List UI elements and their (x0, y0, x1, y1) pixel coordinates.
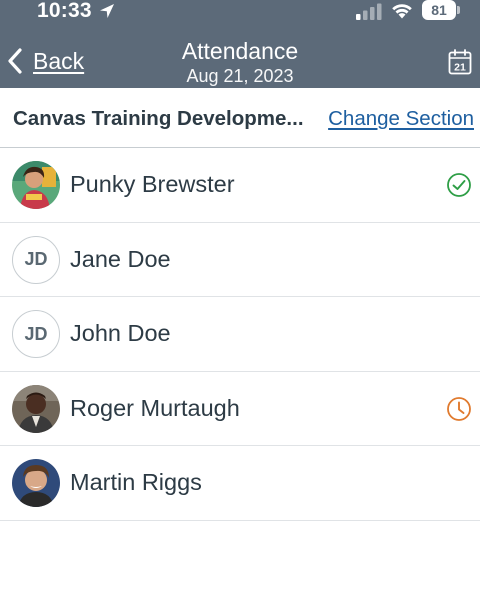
calendar-icon[interactable]: 21 (448, 49, 472, 75)
check-circle-icon[interactable] (446, 172, 472, 198)
student-row[interactable]: JD Jane Doe (0, 223, 480, 297)
status-bar: 10:33 81 (0, 0, 480, 24)
page-title-block: Attendance Aug 21, 2023 (140, 37, 340, 87)
avatar (12, 384, 60, 433)
student-name: Punky Brewster (70, 171, 235, 197)
clock-time: 10:33 (37, 0, 92, 22)
student-name: John Doe (70, 320, 171, 346)
battery-icon: 81 (422, 0, 460, 20)
calendar-day: 21 (454, 62, 466, 74)
avatar-initials: JD (12, 310, 60, 358)
clock-icon[interactable] (446, 396, 472, 422)
back-label: Back (33, 47, 85, 74)
chevron-left-icon (8, 48, 22, 74)
top-navigation-bar: 10:33 81 Back Attendance Aug 21, 2023 21 (0, 0, 480, 88)
page-date: Aug 21, 2023 (186, 66, 294, 86)
page-title: Attendance (181, 38, 299, 64)
wifi-icon (392, 4, 412, 19)
student-name: Roger Murtaugh (70, 394, 240, 421)
student-row[interactable]: JD John Doe (0, 297, 480, 372)
student-row[interactable]: Martin Riggs (0, 446, 480, 521)
avatar (12, 459, 60, 507)
section-header: Canvas Training Developme... Change Sect… (0, 88, 480, 148)
cellular-signal-icon (356, 3, 382, 20)
student-list: Punky Brewster JD Jane Doe JD John Doe R… (0, 148, 480, 521)
avatar (12, 161, 60, 209)
avatar-initials: JD (12, 235, 60, 284)
student-row[interactable]: Roger Murtaugh (0, 372, 480, 446)
student-name: Martin Riggs (70, 469, 202, 495)
back-button[interactable]: Back (6, 44, 84, 78)
student-name: Jane Doe (70, 245, 171, 272)
battery-level: 81 (422, 0, 456, 20)
student-row[interactable]: Punky Brewster (0, 148, 480, 223)
change-section-link[interactable]: Change Section (328, 107, 474, 131)
section-name: Canvas Training Developme... (13, 107, 304, 130)
location-arrow-icon (100, 4, 114, 18)
